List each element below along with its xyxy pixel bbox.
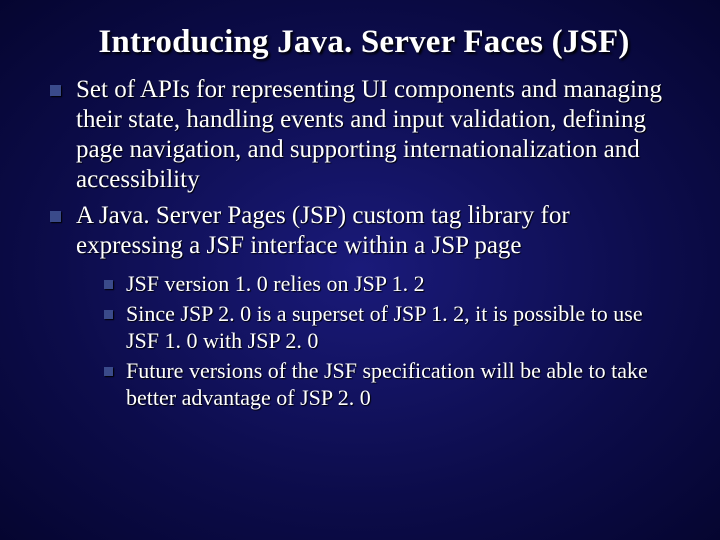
slide: Introducing Java. Server Faces (JSF) Set… <box>0 0 720 540</box>
list-item: JSF version 1. 0 relies on JSP 1. 2 <box>102 271 680 297</box>
bullet-text: Future versions of the JSF specification… <box>126 358 648 409</box>
bullet-text: Since JSP 2. 0 is a superset of JSP 1. 2… <box>126 301 643 352</box>
bullet-text: JSF version 1. 0 relies on JSP 1. 2 <box>126 271 425 296</box>
slide-title: Introducing Java. Server Faces (JSF) <box>48 24 680 61</box>
list-item: Future versions of the JSF specification… <box>102 358 680 411</box>
bullet-text: A Java. Server Pages (JSP) custom tag li… <box>76 202 570 259</box>
list-item: Set of APIs for representing UI componen… <box>48 75 680 195</box>
list-item: A Java. Server Pages (JSP) custom tag li… <box>48 201 680 411</box>
bullet-list-level1: Set of APIs for representing UI componen… <box>48 75 680 411</box>
bullet-text: Set of APIs for representing UI componen… <box>76 76 662 193</box>
bullet-list-level2: JSF version 1. 0 relies on JSP 1. 2 Sinc… <box>102 271 680 411</box>
list-item: Since JSP 2. 0 is a superset of JSP 1. 2… <box>102 301 680 354</box>
